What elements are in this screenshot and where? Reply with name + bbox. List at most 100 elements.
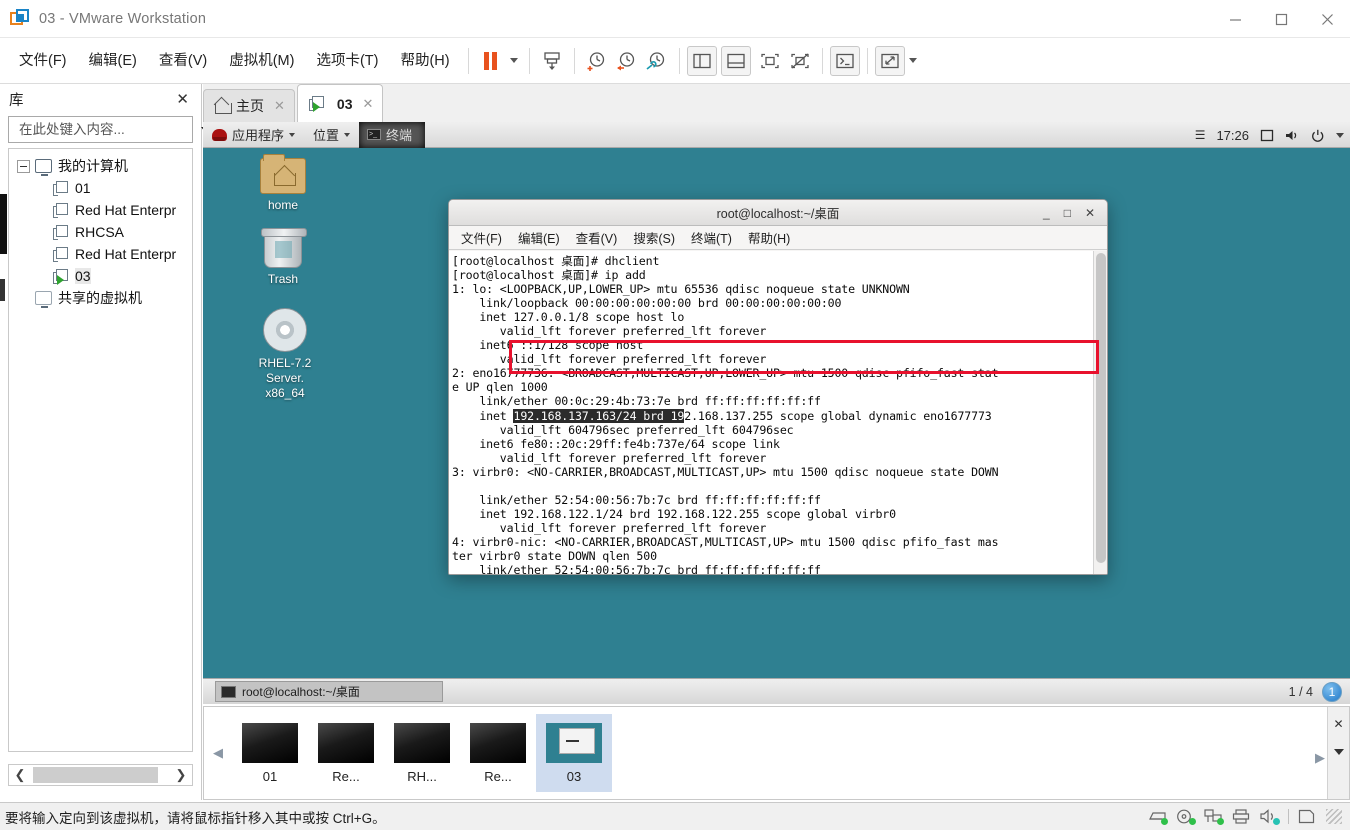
desktop-icon-rhel-iso[interactable]: RHEL-7.2 Server. x86_64 — [238, 308, 332, 401]
thumbnail-re-2[interactable]: Re... — [460, 714, 536, 792]
maximize-icon[interactable]: □ — [1064, 206, 1071, 220]
sidebar-item-01[interactable]: 01 — [9, 177, 192, 199]
snapshot-take-button[interactable] — [582, 46, 612, 76]
close-icon[interactable] — [1304, 0, 1350, 38]
menu-tabs[interactable]: 选项卡(T) — [305, 47, 389, 75]
menu-bar: 文件(F) 编辑(E) 查看(V) 虚拟机(M) 选项卡(T) 帮助(H) — [0, 38, 1350, 84]
toolbar-separator — [678, 47, 680, 74]
chevron-down-icon — [289, 132, 296, 137]
scrollbar-thumb[interactable] — [33, 767, 158, 783]
thumbnail-rh[interactable]: RH... — [384, 714, 460, 792]
chevron-down-icon[interactable] — [1333, 749, 1344, 755]
sidebar-item-red-hat-enterprise-1[interactable]: Red Hat Enterpr — [9, 199, 192, 221]
terminal-menu-edit[interactable]: 编辑(E) — [510, 226, 568, 249]
minimize-icon[interactable]: _ — [1043, 206, 1050, 220]
printer-icon[interactable] — [1232, 809, 1251, 824]
terminal-menu-file[interactable]: 文件(F) — [453, 226, 510, 249]
show-library-button[interactable] — [686, 45, 717, 76]
gnome-applications-menu[interactable]: 应用程序 — [203, 122, 304, 148]
cd-dvd-icon[interactable] — [1176, 809, 1196, 825]
close-icon[interactable]: ✕ — [173, 90, 192, 108]
menu-file[interactable]: 文件(F) — [8, 47, 78, 75]
terminal-output[interactable]: [root@localhost 桌面]# dhclient [root@loca… — [449, 251, 1107, 574]
sound-card-icon[interactable] — [1260, 809, 1280, 825]
chevron-right-icon[interactable]: ▶ — [1315, 750, 1325, 766]
chevron-down-icon[interactable] — [1336, 132, 1344, 138]
fullscreen-button[interactable] — [874, 45, 905, 76]
snapshot-revert-button[interactable] — [612, 46, 642, 76]
display-icon[interactable] — [1260, 129, 1274, 142]
pause-dropdown[interactable] — [506, 46, 522, 76]
show-thumbnails-button[interactable] — [720, 45, 751, 76]
menu-view[interactable]: 查看(V) — [148, 47, 218, 75]
blank-device-icon[interactable] — [1298, 809, 1317, 824]
thumbnail-re-1[interactable]: Re... — [308, 714, 384, 792]
tab-03[interactable]: 03 ✕ — [296, 84, 384, 122]
menu-vm[interactable]: 虚拟机(M) — [218, 47, 305, 75]
sidebar-item-red-hat-enterprise-2[interactable]: Red Hat Enterpr — [9, 243, 192, 265]
terminal-menu-view[interactable]: 查看(V) — [568, 226, 626, 249]
gnome-places-menu[interactable]: 位置 — [304, 122, 359, 148]
terminal-scrollbar[interactable] — [1093, 251, 1107, 574]
gnome-clock[interactable]: 17:26 — [1216, 128, 1249, 143]
terminal-menu-help[interactable]: 帮助(H) — [740, 226, 798, 249]
sidebar-item-03[interactable]: 03 — [9, 265, 192, 287]
thumbnail-bar: ◀ 01 Re... RH... Re... 03 ▶ ✕ — [203, 706, 1350, 800]
thumbnail-preview — [242, 722, 298, 763]
status-bar: 要将输入定向到该虚拟机，请将鼠标指针移入其中或按 Ctrl+G。 — [0, 802, 1350, 830]
vm-console-view[interactable]: 应用程序 位置 >_ 终端 ☰ 17:26 home Trash RHEL-7.… — [203, 122, 1350, 704]
terminal-title-bar: root@localhost:~/桌面 _ □ ✕ — [449, 200, 1107, 226]
hide-console-view-button[interactable] — [785, 46, 815, 76]
thumbnail-label: Re... — [332, 768, 360, 784]
desktop-icon-trash[interactable]: Trash — [245, 228, 321, 286]
window-title: 03 - VMware Workstation — [39, 10, 207, 27]
thumbnail-01[interactable]: 01 — [232, 714, 308, 792]
chevron-left-icon[interactable]: ❮ — [9, 767, 31, 783]
menu-edit[interactable]: 编辑(E) — [78, 47, 148, 75]
snapshot-manager-button[interactable] — [642, 46, 672, 76]
maximize-icon[interactable] — [1258, 0, 1304, 38]
sidebar-item-rhcsa[interactable]: RHCSA — [9, 221, 192, 243]
fullscreen-dropdown[interactable] — [905, 46, 921, 76]
minimize-icon[interactable] — [1212, 0, 1258, 38]
library-horizontal-scrollbar[interactable]: ❮ ❯ — [8, 764, 193, 786]
resize-grip-icon[interactable] — [1326, 809, 1342, 824]
network-icon[interactable]: ☰ — [1195, 128, 1206, 142]
workspace-switcher[interactable]: 1 / 4 1 — [1289, 681, 1342, 702]
shared-vm-icon — [35, 291, 52, 308]
search-input[interactable] — [19, 122, 196, 137]
close-icon[interactable]: ✕ — [274, 98, 285, 114]
pause-button[interactable] — [476, 46, 506, 76]
volume-icon[interactable] — [1285, 129, 1300, 142]
close-icon[interactable]: ✕ — [362, 96, 373, 112]
close-icon[interactable]: ✕ — [1333, 717, 1343, 731]
menu-help[interactable]: 帮助(H) — [389, 47, 460, 75]
terminal-menu-terminal[interactable]: 终端(T) — [683, 226, 740, 249]
taskbar-window-button[interactable]: root@localhost:~/桌面 — [215, 681, 443, 702]
tab-home[interactable]: 主页 ✕ — [203, 89, 295, 122]
terminal-window[interactable]: root@localhost:~/桌面 _ □ ✕ 文件(F) 编辑(E) 查看… — [448, 199, 1108, 575]
sidebar-item-my-computer[interactable]: 我的计算机 — [9, 155, 192, 177]
desktop-icon-home[interactable]: home — [245, 154, 321, 212]
console-view-off-icon — [790, 53, 809, 68]
chevron-right-icon[interactable]: ❯ — [170, 767, 192, 783]
unity-mode-button[interactable] — [829, 45, 860, 76]
thumbnail-03[interactable]: 03 — [536, 714, 612, 792]
chevron-left-icon[interactable]: ◀ — [204, 745, 232, 761]
terminal-icon: >_ — [367, 129, 382, 140]
snapshot-clock-plus-icon — [587, 52, 605, 71]
show-console-view-button[interactable] — [755, 46, 785, 76]
close-icon[interactable]: ✕ — [1085, 206, 1095, 220]
gnome-active-app[interactable]: >_ 终端 — [359, 122, 426, 148]
workspace-badge[interactable]: 1 — [1322, 681, 1342, 702]
sidebar-item-shared-vms[interactable]: 共享的虚拟机 — [9, 287, 192, 309]
thumbnail-preview — [470, 722, 526, 763]
terminal-line-after-selection: 2.168.137.255 scope global dynamic eno16… — [684, 408, 992, 423]
send-ctrl-alt-del-button[interactable] — [537, 46, 567, 76]
terminal-menu-search[interactable]: 搜索(S) — [625, 226, 683, 249]
hard-disk-icon[interactable] — [1148, 809, 1168, 825]
library-search-box[interactable] — [8, 116, 211, 143]
network-adapter-icon[interactable] — [1204, 809, 1224, 825]
expander-icon[interactable] — [17, 159, 30, 173]
power-icon[interactable] — [1311, 129, 1325, 142]
